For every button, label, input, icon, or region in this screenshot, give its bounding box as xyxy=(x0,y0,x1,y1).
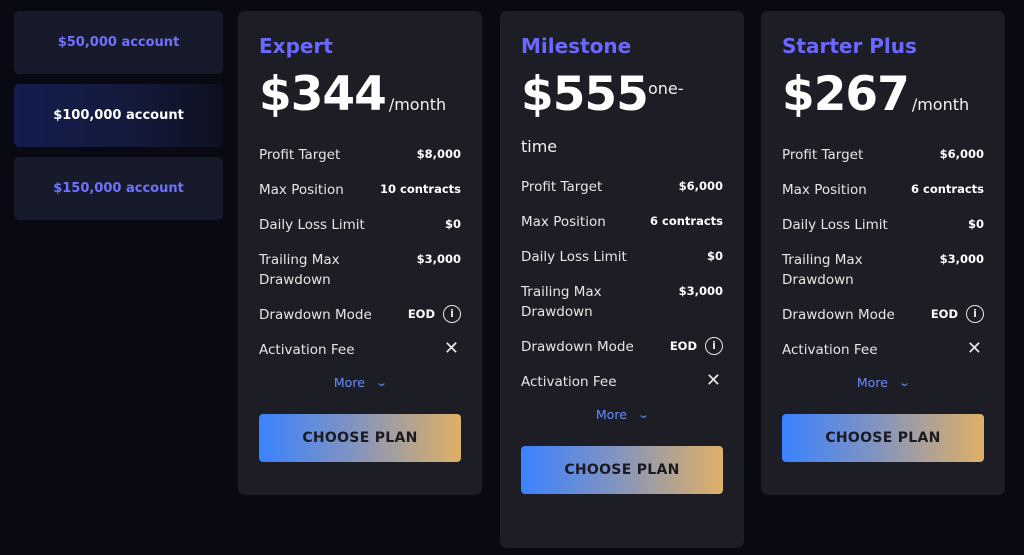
feature-label: Max Position xyxy=(521,214,606,230)
chevron-down-icon: ⌄ xyxy=(375,376,388,389)
feature-profit-target: Profit Target $6,000 xyxy=(782,145,984,165)
more-label: More xyxy=(333,375,365,390)
choose-plan-button[interactable]: CHOOSE PLAN xyxy=(259,414,461,462)
close-icon: ✕ xyxy=(443,338,459,359)
feature-value: $0 xyxy=(444,217,461,231)
plan-price: $344 xyxy=(259,67,387,122)
feature-value: 10 contracts xyxy=(380,182,461,196)
feature-label: Daily Loss Limit xyxy=(259,217,365,233)
feature-label: Max Position xyxy=(259,182,344,198)
feature-drawdown-mode: Drawdown Mode EOD i xyxy=(782,305,984,325)
feature-label: Trailing Max Drawdown xyxy=(782,252,863,288)
feature-value: $3,000 xyxy=(416,252,461,266)
feature-max-position: Max Position 6 contracts xyxy=(521,212,723,232)
feature-value: $0 xyxy=(967,217,984,231)
feature-label: Daily Loss Limit xyxy=(521,249,627,265)
close-icon: ✕ xyxy=(966,338,982,359)
account-option-100k[interactable]: $100,000 account xyxy=(14,84,223,147)
feature-label: Trailing Max Drawdown xyxy=(521,284,602,320)
feature-label: Activation Fee xyxy=(782,342,878,358)
feature-max-position: Max Position 6 contracts xyxy=(782,180,984,200)
plan-name: Milestone xyxy=(521,34,632,58)
feature-drawdown-mode: Drawdown Mode EOD i xyxy=(521,337,723,357)
plan-card-starter-plus: Starter Plus $267/month Profit Target $6… xyxy=(761,11,1005,495)
feature-trailing-max-drawdown: Trailing Max Drawdown $3,000 xyxy=(259,250,461,290)
feature-max-position: Max Position 10 contracts xyxy=(259,180,461,200)
plan-name: Starter Plus xyxy=(782,34,917,58)
feature-activation-fee: Activation Fee ✕ xyxy=(259,340,461,360)
more-toggle[interactable]: More ⌄ xyxy=(259,375,461,390)
plan-price: $267 xyxy=(782,67,910,122)
feature-drawdown-mode: Drawdown Mode EOD i xyxy=(259,305,461,325)
plan-card-milestone: Milestone $555 one- time Profit Target $… xyxy=(500,11,744,548)
plan-card-expert: Expert $344/month Profit Target $8,000 M… xyxy=(238,11,482,495)
choose-plan-button[interactable]: CHOOSE PLAN xyxy=(782,414,984,462)
plan-period: /month xyxy=(388,95,447,114)
feature-label: Drawdown Mode xyxy=(259,307,372,323)
feature-value: $8,000 xyxy=(416,147,461,161)
pricing-page: $50,000 account $100,000 account $150,00… xyxy=(0,0,1024,555)
feature-profit-target: Profit Target $6,000 xyxy=(521,177,723,197)
feature-value: EOD xyxy=(669,339,697,353)
plan-period: time xyxy=(521,137,558,156)
plan-period: /month xyxy=(911,95,970,114)
feature-label: Daily Loss Limit xyxy=(782,217,888,233)
feature-value: 6 contracts xyxy=(911,182,984,196)
feature-label: Profit Target xyxy=(521,179,603,195)
feature-label: Drawdown Mode xyxy=(521,339,634,355)
price-row: $267/month xyxy=(782,69,984,121)
plan-price: $555 xyxy=(521,67,649,122)
feature-daily-loss-limit: Daily Loss Limit $0 xyxy=(259,215,461,235)
feature-label: Drawdown Mode xyxy=(782,307,895,323)
feature-value: $6,000 xyxy=(939,147,984,161)
chevron-down-icon: ⌄ xyxy=(898,376,911,389)
feature-label: Activation Fee xyxy=(259,342,355,358)
feature-label: Activation Fee xyxy=(521,374,617,390)
feature-label: Trailing Max Drawdown xyxy=(259,252,340,288)
price-row: $555 xyxy=(521,69,723,121)
feature-trailing-max-drawdown: Trailing Max Drawdown $3,000 xyxy=(782,250,984,290)
feature-label: Max Position xyxy=(782,182,867,198)
info-icon[interactable]: i xyxy=(443,305,461,323)
chevron-down-icon: ⌄ xyxy=(637,408,650,421)
feature-daily-loss-limit: Daily Loss Limit $0 xyxy=(782,215,984,235)
feature-value: $6,000 xyxy=(678,179,723,193)
feature-profit-target: Profit Target $8,000 xyxy=(259,145,461,165)
close-icon: ✕ xyxy=(705,370,721,391)
feature-value: $0 xyxy=(706,249,723,263)
feature-value: 6 contracts xyxy=(650,214,723,228)
more-toggle[interactable]: More ⌄ xyxy=(782,375,984,390)
more-label: More xyxy=(856,375,888,390)
account-option-50k[interactable]: $50,000 account xyxy=(14,11,223,74)
feature-value: $3,000 xyxy=(678,284,723,298)
feature-trailing-max-drawdown: Trailing Max Drawdown $3,000 xyxy=(521,282,723,322)
account-option-150k[interactable]: $150,000 account xyxy=(14,157,223,220)
feature-value: EOD xyxy=(930,307,958,321)
price-row: $344/month xyxy=(259,69,461,121)
feature-label: Profit Target xyxy=(259,147,341,163)
more-label: More xyxy=(595,407,627,422)
more-toggle[interactable]: More ⌄ xyxy=(521,407,723,422)
feature-value: $3,000 xyxy=(939,252,984,266)
plan-name: Expert xyxy=(259,34,333,58)
feature-daily-loss-limit: Daily Loss Limit $0 xyxy=(521,247,723,267)
info-icon[interactable]: i xyxy=(966,305,984,323)
feature-activation-fee: Activation Fee ✕ xyxy=(521,372,723,392)
feature-value: EOD xyxy=(407,307,435,321)
feature-activation-fee: Activation Fee ✕ xyxy=(782,340,984,360)
info-icon[interactable]: i xyxy=(705,337,723,355)
choose-plan-button[interactable]: CHOOSE PLAN xyxy=(521,446,723,494)
feature-label: Profit Target xyxy=(782,147,864,163)
